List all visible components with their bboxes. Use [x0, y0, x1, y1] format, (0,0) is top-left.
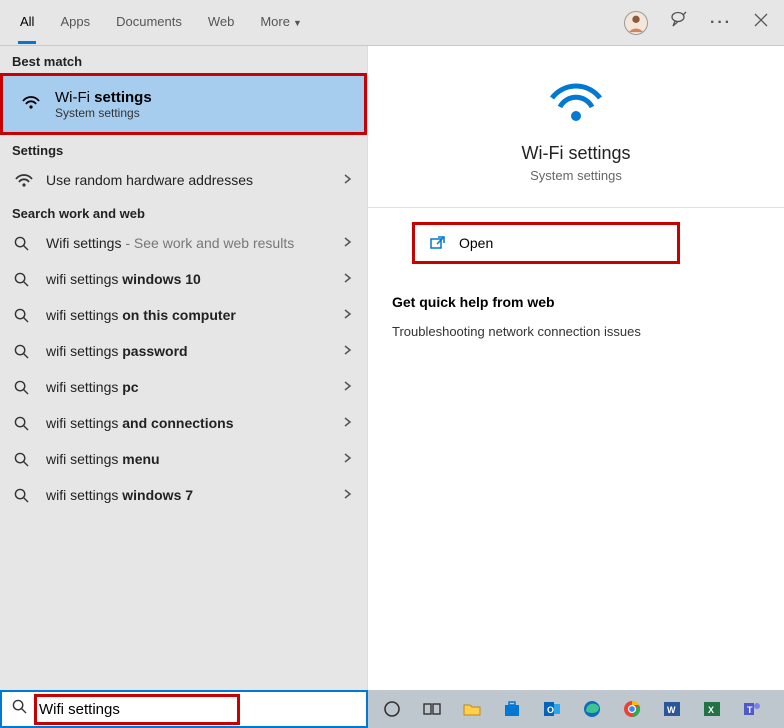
taskbar-task-view[interactable] — [414, 693, 450, 725]
tabs: All Apps Documents Web More▼ — [18, 2, 624, 44]
svg-text:O: O — [547, 705, 554, 715]
chevron-right-icon — [343, 306, 353, 324]
search-icon — [14, 308, 36, 323]
search-web-label: Search work and web — [0, 198, 367, 225]
search-tabs-bar: All Apps Documents Web More▼ ··· — [0, 0, 784, 46]
chevron-right-icon — [343, 378, 353, 396]
taskbar-cortana[interactable] — [374, 693, 410, 725]
close-button[interactable] — [754, 13, 768, 32]
suggestion-item[interactable]: wifi settings pc — [0, 369, 367, 405]
taskbar-outlook[interactable]: O — [534, 693, 570, 725]
caret-down-icon: ▼ — [293, 18, 302, 28]
help-link[interactable]: Troubleshooting network connection issue… — [392, 324, 641, 339]
open-icon — [429, 235, 445, 251]
chevron-right-icon — [343, 234, 353, 252]
settings-item[interactable]: Use random hardware addresses — [0, 162, 367, 198]
taskbar-teams[interactable]: T — [734, 693, 770, 725]
detail-panel: Wi-Fi settings System settings Open Get … — [368, 46, 784, 690]
suggestion-label: wifi settings pc — [46, 379, 343, 395]
open-button[interactable]: Open — [412, 222, 680, 264]
tab-documents[interactable]: Documents — [114, 2, 184, 44]
svg-text:T: T — [747, 705, 753, 715]
taskbar-file-explorer[interactable] — [454, 693, 490, 725]
search-icon — [12, 699, 27, 719]
best-match-result[interactable]: Wi-Fi settings System settings — [0, 73, 367, 135]
chevron-right-icon — [343, 270, 353, 288]
suggestion-item[interactable]: wifi settings windows 7 — [0, 477, 367, 513]
tab-apps[interactable]: Apps — [58, 2, 92, 44]
search-icon — [14, 416, 36, 431]
taskbar-store[interactable] — [494, 693, 530, 725]
feedback-icon[interactable] — [670, 11, 688, 34]
help-header: Get quick help from web — [392, 294, 555, 310]
svg-text:X: X — [708, 705, 714, 715]
detail-subtitle: System settings — [530, 168, 622, 183]
suggestion-label: wifi settings menu — [46, 451, 343, 467]
detail-title: Wi-Fi settings — [521, 143, 630, 164]
suggestion-item[interactable]: wifi settings password — [0, 333, 367, 369]
divider — [368, 207, 784, 208]
user-avatar[interactable] — [624, 11, 648, 35]
suggestion-label: wifi settings windows 7 — [46, 487, 343, 503]
search-icon — [14, 272, 36, 287]
suggestion-item[interactable]: wifi settings on this computer — [0, 297, 367, 333]
search-icon — [14, 488, 36, 503]
best-match-label: Best match — [0, 46, 367, 73]
search-icon — [14, 344, 36, 359]
search-icon — [14, 380, 36, 395]
suggestion-item[interactable]: wifi settings menu — [0, 441, 367, 477]
taskbar-chrome[interactable] — [614, 693, 650, 725]
results-panel: Best match Wi-Fi settings System setting… — [0, 46, 368, 690]
wifi-hero-icon — [546, 74, 606, 129]
chevron-right-icon — [343, 171, 353, 189]
suggestion-label: wifi settings on this computer — [46, 307, 343, 323]
taskbar-excel[interactable]: X — [694, 693, 730, 725]
search-bar[interactable] — [0, 690, 368, 728]
open-label: Open — [459, 235, 493, 251]
suggestion-item[interactable]: Wifi settings - See work and web results — [0, 225, 367, 261]
suggestion-item[interactable]: wifi settings windows 10 — [0, 261, 367, 297]
tab-all[interactable]: All — [18, 2, 36, 44]
taskbar-edge[interactable] — [574, 693, 610, 725]
search-icon — [14, 236, 36, 251]
tab-web[interactable]: Web — [206, 2, 237, 44]
settings-item-label: Use random hardware addresses — [46, 172, 343, 188]
wifi-icon — [17, 92, 45, 117]
wifi-icon — [14, 170, 36, 190]
suggestion-label: Wifi settings - See work and web results — [46, 235, 343, 251]
tab-more[interactable]: More▼ — [258, 2, 304, 44]
chevron-right-icon — [343, 342, 353, 360]
suggestion-item[interactable]: wifi settings and connections — [0, 405, 367, 441]
chevron-right-icon — [343, 486, 353, 504]
more-options-icon[interactable]: ··· — [710, 14, 732, 32]
best-match-title: Wi-Fi settings — [55, 89, 152, 106]
suggestion-label: wifi settings password — [46, 343, 343, 359]
chevron-right-icon — [343, 450, 353, 468]
suggestion-label: wifi settings and connections — [46, 415, 343, 431]
taskbar: O W X T — [368, 690, 784, 728]
svg-text:W: W — [667, 705, 676, 715]
taskbar-word[interactable]: W — [654, 693, 690, 725]
best-match-subtitle: System settings — [55, 106, 152, 120]
chevron-right-icon — [343, 414, 353, 432]
search-icon — [14, 452, 36, 467]
search-input[interactable] — [37, 692, 366, 726]
settings-label: Settings — [0, 135, 367, 162]
suggestion-label: wifi settings windows 10 — [46, 271, 343, 287]
